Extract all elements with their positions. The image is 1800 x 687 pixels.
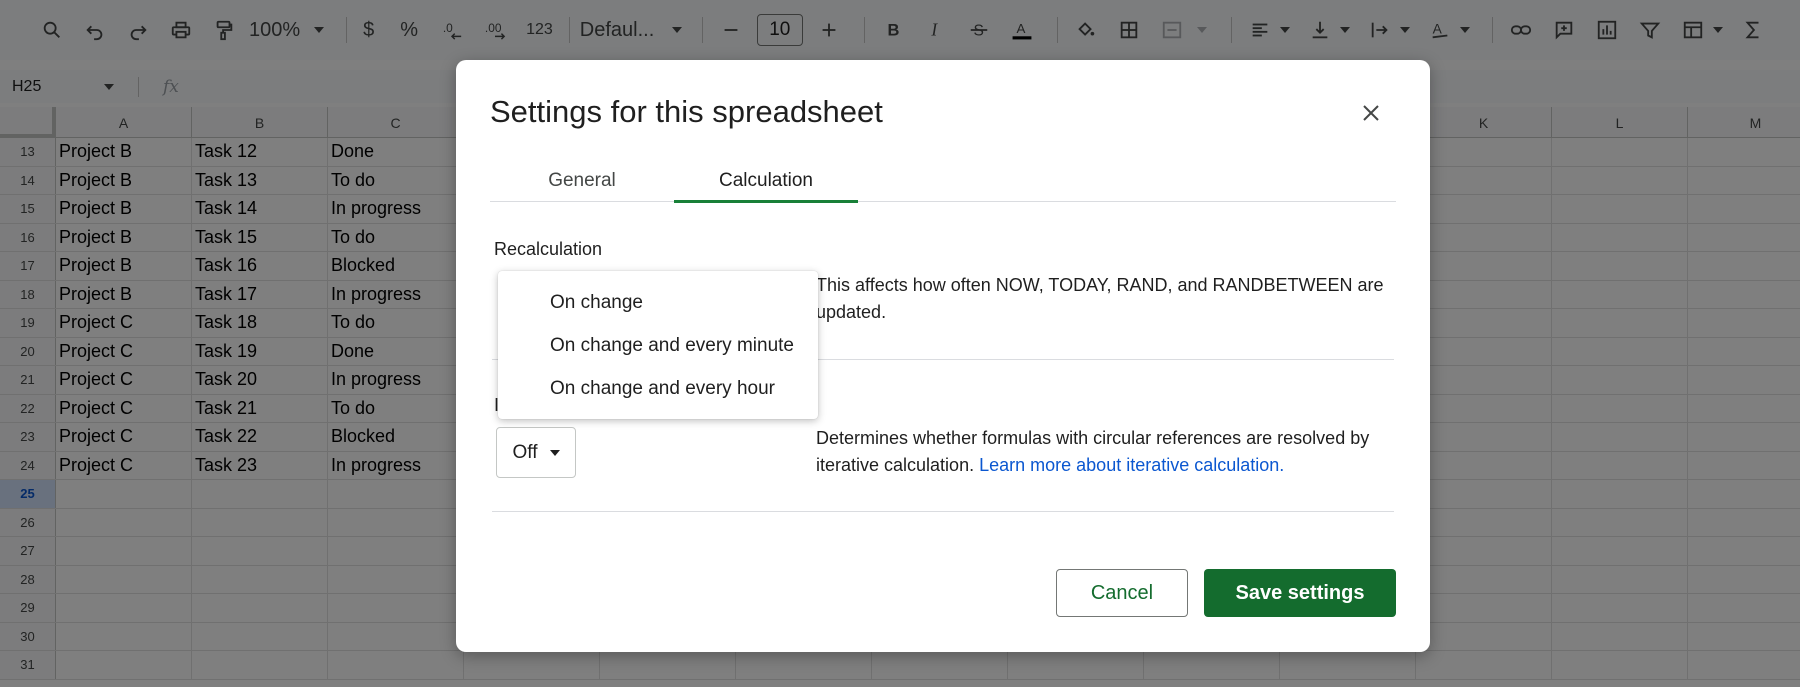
cancel-button[interactable]: Cancel [1056, 569, 1188, 617]
dialog-title: Settings for this spreadsheet [490, 94, 883, 129]
menu-item-on-change-every-minute[interactable]: On change and every minute [498, 324, 818, 367]
learn-more-link[interactable]: Learn more about iterative calculation. [979, 455, 1284, 475]
tab-general[interactable]: General [490, 160, 674, 202]
dialog-tabs: General Calculation [490, 160, 1396, 203]
recalculation-dropdown-menu: On change On change and every minute On … [498, 271, 818, 419]
recalculation-label: Recalculation [494, 239, 603, 259]
menu-item-on-change[interactable]: On change [498, 281, 818, 324]
chevron-down-icon [549, 449, 560, 456]
close-icon[interactable] [1356, 98, 1386, 128]
menu-item-on-change-every-hour[interactable]: On change and every hour [498, 367, 818, 410]
save-settings-button[interactable]: Save settings [1204, 569, 1396, 617]
section-divider [492, 511, 1394, 512]
settings-dialog: Settings for this spreadsheet General Ca… [456, 60, 1430, 652]
iterative-calculation-value: Off [512, 441, 538, 463]
tab-calculation[interactable]: Calculation [674, 160, 858, 203]
recalculation-description: This affects how often NOW, TODAY, RAND,… [816, 275, 1384, 322]
iterative-calculation-select[interactable]: Off [496, 427, 576, 478]
iterative-calculation-description: Determines whether formulas with circula… [816, 425, 1386, 479]
